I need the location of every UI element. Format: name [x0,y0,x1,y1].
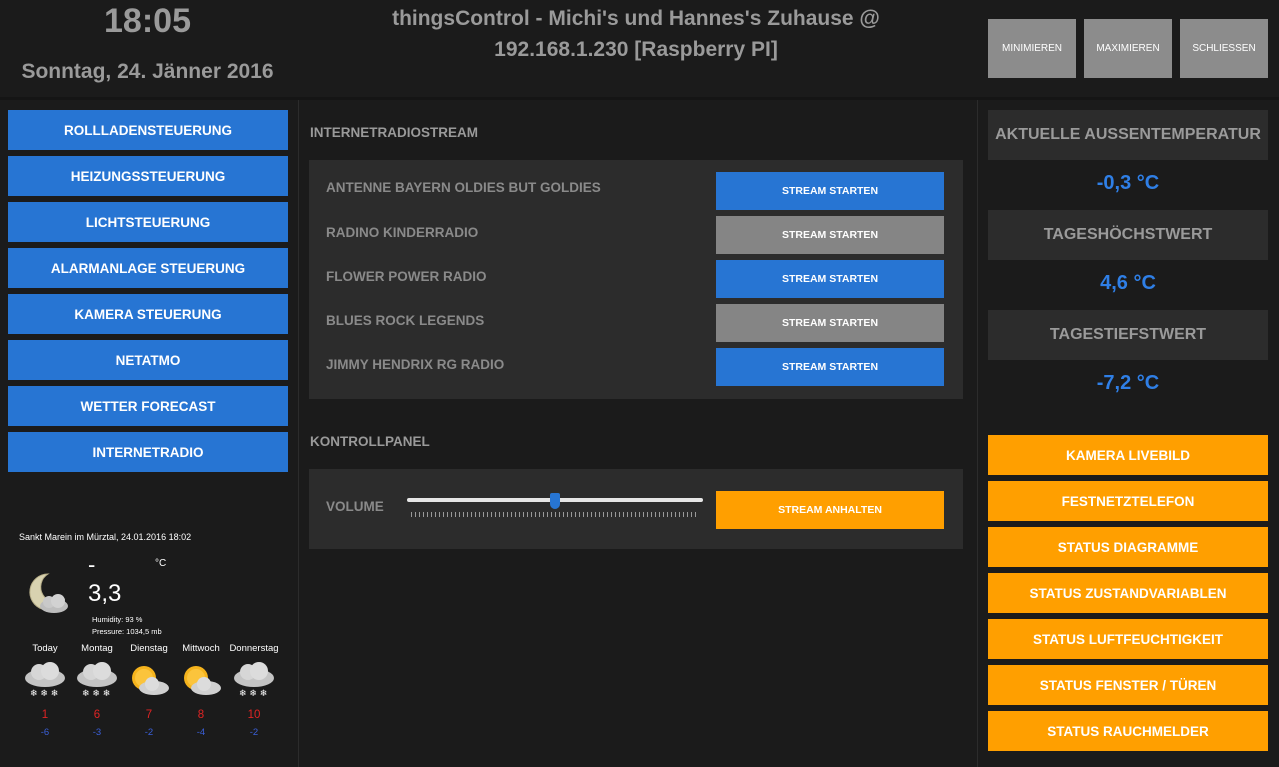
status-fenster-tueren-button[interactable]: STATUS FENSTER / TÜREN [988,665,1268,705]
sidebar-item-alarmanlage[interactable]: ALARMANLAGE STEUERUNG [8,248,288,288]
sidebar-item-heizungssteuerung[interactable]: HEIZUNGSSTEUERUNG [8,156,288,196]
left-column-divider [298,100,299,767]
status-zustandvariablen-button[interactable]: STATUS ZUSTANDVARIABLEN [988,573,1268,613]
stream-start-button[interactable]: STREAM STARTEN [716,304,944,342]
stream-start-button[interactable]: STREAM STARTEN [716,172,944,210]
forecast-day: Dienstag [130,643,168,654]
forecast-high: 7 [145,709,153,721]
festnetztelefon-button[interactable]: FESTNETZTELEFON [988,481,1268,521]
station-name: ANTENNE BAYERN OLDIES BUT GOLDIES [326,180,601,195]
close-button[interactable]: SCHLIESSEN [1180,19,1268,78]
sidebar-item-rollladensteuerung[interactable]: ROLLLADENSTEUERUNG [8,110,288,150]
humidity-text: Humidity: 93 % [92,615,143,624]
outside-temp-value: -0,3 °C [1096,172,1160,194]
sidebar-item-internetradio[interactable]: INTERNETRADIO [8,432,288,472]
forecast-day: Today [32,643,58,654]
station-name: FLOWER POWER RADIO [326,269,487,284]
radio-section-title: INTERNETRADIOSTREAM [310,125,478,140]
weather-unit: °C [155,558,167,569]
forecast-high: 10 [247,709,261,721]
volume-label: VOLUME [326,499,384,514]
outside-temp-label: AKTUELLE AUSSENTEMPERATUR [988,110,1268,160]
status-rauchmelder-button[interactable]: STATUS RAUCHMELDER [988,711,1268,751]
daily-max-value: 4,6 °C [1100,272,1156,294]
minimize-button[interactable]: MINIMIEREN [988,19,1076,78]
stream-start-button[interactable]: STREAM STARTEN [716,260,944,298]
stream-start-button[interactable]: STREAM STARTEN [716,348,944,386]
forecast-low: -2 [144,727,154,738]
volume-slider-thumb[interactable] [550,493,560,509]
station-name: JIMMY HENDRIX RG RADIO [326,357,505,372]
forecast-high: 6 [93,709,101,721]
control-section-title: KONTROLLPANEL [310,434,430,449]
snow-cloud-icon: ❄ ❄ ❄ [77,662,117,699]
snow-cloud-icon: ❄ ❄ ❄ [25,662,65,699]
partly-cloudy-icon [132,666,169,695]
clock-time: 18:05 [104,2,191,40]
forecast-day: Donnerstag [229,643,279,654]
sidebar-item-wetter-forecast[interactable]: WETTER FORECAST [8,386,288,426]
daily-max-label: TAGESHÖCHSTWERT [988,210,1268,260]
moon-cloud-icon [29,573,68,613]
sidebar-item-kamera[interactable]: KAMERA STEUERUNG [8,294,288,334]
header-divider [0,97,1279,100]
station-name: RADINO KINDERRADIO [326,225,479,240]
daily-min-value: -7,2 °C [1096,372,1160,394]
partly-cloudy-icon [184,666,221,695]
camera-livebild-button[interactable]: KAMERA LIVEBILD [988,435,1268,475]
right-column-divider [977,100,978,767]
sidebar-item-netatmo[interactable]: NETATMO [8,340,288,380]
forecast-high: 1 [41,709,49,721]
app-title-line2: 192.168.1.230 [Raspberry PI] [494,38,778,61]
volume-slider[interactable] [407,490,703,520]
pressure-text: Pressure: 1034,5 mb [92,627,162,636]
forecast-low: -2 [249,727,259,738]
app-title: thingsControl - Michi's und Hannes's Zuh… [320,3,952,65]
forecast-day: Montag [81,643,113,654]
forecast-low: -3 [92,727,102,738]
app-title-line1: thingsControl - Michi's und Hannes's Zuh… [392,7,880,30]
daily-min-label: TAGESTIEFSTWERT [988,310,1268,360]
current-date: Sonntag, 24. Jänner 2016 [21,60,274,83]
forecast-low: -6 [40,727,50,738]
svg-text:❄ ❄ ❄: ❄ ❄ ❄ [239,689,267,699]
status-luftfeuchtigkeit-button[interactable]: STATUS LUFTFEUCHTIGKEIT [988,619,1268,659]
stream-stop-button[interactable]: STREAM ANHALTEN [716,491,944,529]
weather-location-time: Sankt Marein im Mürztal, 24.01.2016 18:0… [19,532,192,542]
current-temperature: 3,3 [88,580,122,607]
volume-slider-ticks [411,512,699,517]
forecast-day: Mittwoch [182,643,220,654]
status-diagramme-button[interactable]: STATUS DIAGRAMME [988,527,1268,567]
maximize-button[interactable]: MAXIMIEREN [1084,19,1172,78]
weather-dash: - [88,552,96,577]
stream-start-button[interactable]: STREAM STARTEN [716,216,944,254]
forecast-low: -4 [196,727,206,738]
svg-text:❄ ❄ ❄: ❄ ❄ ❄ [82,689,110,699]
sidebar-item-lichtsteuerung[interactable]: LICHTSTEUERUNG [8,202,288,242]
station-name: BLUES ROCK LEGENDS [326,313,485,328]
forecast-high: 8 [197,709,205,721]
snow-cloud-icon: ❄ ❄ ❄ [234,662,274,699]
svg-text:❄ ❄ ❄: ❄ ❄ ❄ [30,689,58,699]
